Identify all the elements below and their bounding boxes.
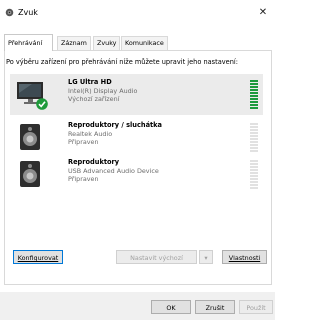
speaker-icon — [20, 161, 40, 187]
volume-level-meter — [250, 123, 258, 154]
device-item-usb-speakers[interactable]: Reproduktory USB Advanced Audio Device P… — [10, 154, 263, 195]
tab-recording[interactable]: Záznam — [57, 36, 91, 50]
device-name: Reproduktory / sluchátka — [68, 121, 162, 129]
device-name: LG Ultra HD — [68, 78, 112, 86]
device-list[interactable]: LG Ultra HD Intel(R) Display Audio Výcho… — [8, 74, 265, 244]
device-driver: Intel(R) Display Audio — [68, 87, 138, 95]
device-item-speakers-headphones[interactable]: Reproduktory / sluchátka Realtek Audio P… — [10, 117, 263, 158]
speaker-app-icon — [5, 8, 14, 17]
tab-playback[interactable]: Přehrávání — [4, 34, 53, 51]
window-title: Zvuk — [18, 8, 38, 17]
ok-button[interactable]: OK — [151, 300, 191, 314]
volume-level-meter — [250, 160, 258, 191]
chevron-down-icon: ▾ — [204, 254, 208, 262]
apply-button[interactable]: Použít — [239, 300, 273, 314]
set-default-label: Nastavit výchozí — [130, 254, 183, 262]
instructions-text: Po výběru zařízení pro přehrávání níže m… — [6, 58, 238, 66]
device-status: Připraven — [68, 175, 99, 183]
cancel-button[interactable]: Zrušit — [195, 300, 235, 314]
device-status: Připraven — [68, 138, 99, 146]
close-button[interactable]: ✕ — [251, 4, 275, 22]
title-bar: Zvuk ✕ — [0, 0, 275, 24]
device-name: Reproduktory — [68, 158, 120, 166]
configure-button[interactable]: Konfigurovat — [13, 250, 63, 264]
speaker-icon — [20, 124, 40, 150]
close-icon: ✕ — [258, 7, 268, 18]
set-default-button[interactable]: Nastavit výchozí — [116, 250, 197, 264]
device-status: Výchozí zařízení — [68, 95, 120, 103]
device-driver: Realtek Audio — [68, 130, 113, 138]
set-default-dropdown-button[interactable]: ▾ — [199, 250, 213, 264]
properties-button[interactable]: Vlastnosti — [222, 250, 267, 264]
device-driver: USB Advanced Audio Device — [68, 167, 159, 175]
volume-level-meter — [250, 80, 258, 111]
device-item-lg-ultra-hd[interactable]: LG Ultra HD Intel(R) Display Audio Výcho… — [10, 74, 263, 115]
check-icon — [36, 98, 48, 110]
tab-communications[interactable]: Komunikace — [121, 36, 168, 50]
tab-sounds[interactable]: Zvuky — [93, 36, 121, 50]
